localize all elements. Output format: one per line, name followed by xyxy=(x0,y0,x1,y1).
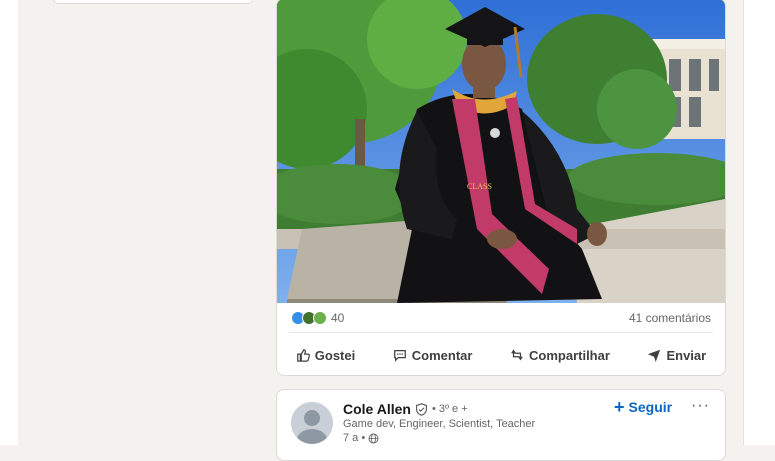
comment-icon xyxy=(393,350,406,362)
reactions-summary[interactable]: 40 xyxy=(291,310,344,326)
window-edge-right xyxy=(743,0,775,445)
avatar[interactable] xyxy=(291,402,333,444)
follow-label: Seguir xyxy=(628,399,673,415)
post-action-bar: Gostei Comentar Compartilhar Enviar xyxy=(277,339,725,371)
feed-post: CLASS 40 41 comentários Gostei Comentar … xyxy=(276,0,726,376)
comments-count-link[interactable]: 41 comentários xyxy=(629,311,711,325)
like-button[interactable]: Gostei xyxy=(290,344,361,367)
author-name[interactable]: Cole Allen xyxy=(343,401,411,417)
comment-label: Comentar xyxy=(411,347,473,363)
repost-icon xyxy=(511,349,523,361)
divider xyxy=(289,332,713,333)
send-icon xyxy=(648,349,661,362)
comment-button[interactable]: Comentar xyxy=(387,344,479,367)
window-edge-left xyxy=(0,0,18,445)
post-time: 7 a • xyxy=(343,432,366,444)
support-icon xyxy=(313,311,327,325)
left-sidebar xyxy=(19,0,255,445)
thumbs-up-icon xyxy=(296,349,310,362)
globe-icon xyxy=(368,433,379,443)
repost-label: Compartilhar xyxy=(529,347,610,363)
follow-button[interactable]: + Seguir xyxy=(614,397,673,417)
reaction-count: 40 xyxy=(331,311,345,325)
plus-icon: + xyxy=(614,397,625,417)
repost-button[interactable]: Compartilhar xyxy=(504,344,616,367)
send-label: Enviar xyxy=(666,347,707,363)
post-social-counts: 40 41 comentários xyxy=(277,303,725,331)
feed-post-next: Cole Allen • 3º e + Game dev, Engineer, … xyxy=(276,389,726,461)
more-options-icon[interactable]: ··· xyxy=(691,397,710,415)
author-headline: Game dev, Engineer, Scientist, Teacher xyxy=(343,418,536,430)
send-button[interactable]: Enviar xyxy=(641,344,712,367)
post-meta: 7 a • xyxy=(343,432,379,444)
post-photo[interactable]: CLASS xyxy=(277,0,725,303)
sidebar-card xyxy=(53,0,253,4)
stole-text: CLASS xyxy=(467,182,492,191)
connection-degree: • 3º e + xyxy=(431,403,468,415)
verified-shield-icon xyxy=(415,402,427,416)
author-row: Cole Allen • 3º e + xyxy=(343,401,468,417)
like-label: Gostei xyxy=(314,347,356,363)
